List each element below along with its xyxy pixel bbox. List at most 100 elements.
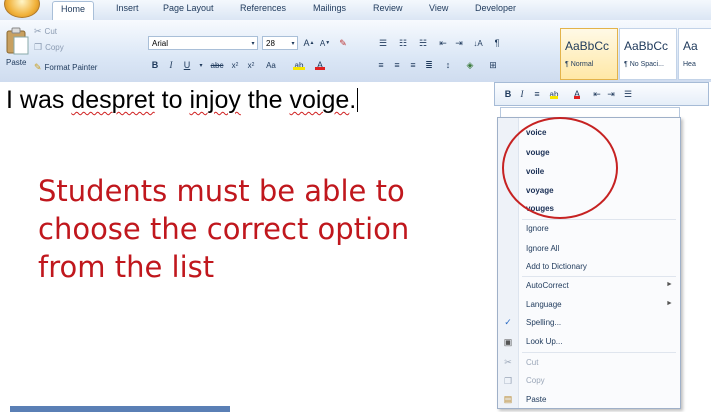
sort-icon[interactable]: ↓A bbox=[470, 36, 486, 50]
style-heading[interactable]: Aa Hea bbox=[678, 28, 711, 80]
bullets-icon[interactable]: ☰ bbox=[374, 36, 392, 50]
tab-view[interactable]: View bbox=[429, 3, 448, 13]
font-size-value: 28 bbox=[266, 39, 275, 48]
bold-icon[interactable]: B bbox=[148, 58, 162, 72]
ribbon-tabs: Home Insert Page Layout References Maili… bbox=[0, 0, 711, 22]
misspelled-word[interactable]: despret bbox=[71, 86, 154, 114]
align-center-icon[interactable]: ≡ bbox=[390, 58, 404, 72]
menu-language-label: Language bbox=[526, 300, 562, 309]
spelling-icon: ✓ bbox=[504, 317, 512, 327]
cut-button[interactable]: ✂ Cut bbox=[34, 26, 57, 37]
text-segment: . bbox=[349, 86, 357, 114]
numbering-icon[interactable]: ☷ bbox=[394, 36, 412, 50]
annotation-note: Students must be able to choose the corr… bbox=[38, 174, 410, 284]
superscript-icon[interactable]: x2 bbox=[244, 58, 258, 72]
copy-icon: ❐ bbox=[503, 376, 513, 386]
style-sample-text: AaBbCc bbox=[624, 39, 669, 53]
style-sample-text: Aa bbox=[683, 39, 698, 53]
cut-label: Cut bbox=[44, 27, 57, 36]
strikethrough-icon[interactable]: abc bbox=[208, 58, 226, 72]
office-button[interactable] bbox=[4, 0, 40, 18]
show-hide-icon[interactable]: ¶ bbox=[490, 36, 504, 50]
scissors-icon: ✂ bbox=[504, 357, 512, 367]
clear-formatting-icon[interactable]: ✎ bbox=[336, 36, 350, 50]
shrink-font-icon[interactable]: A ▼ bbox=[318, 36, 332, 50]
underline-icon[interactable]: U bbox=[180, 58, 194, 72]
menu-copy[interactable]: Copy bbox=[526, 376, 545, 385]
text-segment: I was bbox=[6, 86, 72, 114]
highlight-icon[interactable]: ab bbox=[290, 58, 308, 72]
menu-cut[interactable]: Cut bbox=[526, 358, 538, 367]
tab-references[interactable]: References bbox=[240, 3, 286, 13]
format-painter-button[interactable]: ✎ Format Painter bbox=[34, 62, 97, 73]
font-size-dropdown-icon[interactable]: ▾ bbox=[288, 36, 298, 50]
style-name-text: ¶ No Spaci... bbox=[624, 61, 664, 68]
text-segment: the bbox=[240, 86, 290, 114]
mini-center-icon[interactable]: ≡ bbox=[531, 87, 543, 101]
italic-icon[interactable]: I bbox=[164, 58, 178, 72]
text-caret bbox=[357, 88, 359, 112]
style-no-spacing[interactable]: AaBbCc ¶ No Spaci... bbox=[619, 28, 677, 80]
misspelled-word-selected[interactable]: voige bbox=[290, 86, 350, 114]
justify-icon[interactable]: ≣ bbox=[422, 58, 436, 72]
ribbon: Paste ✂ Cut ❐ Copy ✎ Format Painter Aria… bbox=[0, 20, 711, 83]
mini-italic-icon[interactable]: I bbox=[517, 87, 527, 101]
mini-bullets-icon[interactable]: ☰ bbox=[621, 87, 635, 101]
menu-ignore-all[interactable]: Ignore All bbox=[526, 244, 559, 253]
grow-font-icon[interactable]: A ▲ bbox=[302, 36, 316, 50]
subscript-icon[interactable]: x2 bbox=[228, 58, 242, 72]
tab-mailings[interactable]: Mailings bbox=[313, 3, 346, 13]
tab-page-layout[interactable]: Page Layout bbox=[163, 3, 214, 13]
copy-icon: ❐ bbox=[34, 42, 43, 52]
mini-increase-indent-icon[interactable]: ⇥ bbox=[605, 87, 617, 101]
menu-paste[interactable]: Paste bbox=[526, 395, 546, 404]
copy-button[interactable]: ❐ Copy bbox=[34, 42, 64, 53]
word-window: Home Insert Page Layout References Maili… bbox=[0, 0, 711, 412]
font-color-icon[interactable]: A bbox=[312, 58, 328, 72]
paste-button[interactable]: Paste bbox=[6, 58, 26, 67]
text-segment: to bbox=[154, 86, 190, 114]
menu-look-up[interactable]: Look Up... bbox=[526, 337, 562, 346]
tab-insert[interactable]: Insert bbox=[116, 3, 139, 13]
multilevel-list-icon[interactable]: ☵ bbox=[414, 36, 432, 50]
submenu-arrow-icon: ► bbox=[666, 300, 673, 307]
menu-autocorrect[interactable]: AutoCorrect ► bbox=[526, 281, 673, 290]
font-name-select[interactable]: Arial bbox=[148, 36, 258, 50]
menu-separator bbox=[522, 219, 676, 220]
style-normal[interactable]: AaBbCc ¶ Normal bbox=[560, 28, 618, 80]
mini-toolbar: B I ≡ ab A ⇤ ⇥ ☰ bbox=[494, 82, 709, 106]
mini-font-color-icon[interactable]: A bbox=[571, 87, 583, 101]
underline-dropdown-icon[interactable]: ▾ bbox=[196, 58, 206, 72]
format-painter-label: Format Painter bbox=[44, 63, 98, 72]
increase-indent-icon[interactable]: ⇥ bbox=[452, 36, 466, 50]
mini-highlight-icon[interactable]: ab bbox=[547, 87, 561, 101]
font-name-dropdown-icon[interactable]: ▾ bbox=[248, 36, 258, 50]
paste-icon[interactable] bbox=[4, 26, 30, 56]
tab-developer[interactable]: Developer bbox=[475, 3, 516, 13]
document-text-line[interactable]: I was despret to injoy the voige. bbox=[6, 86, 359, 115]
mini-decrease-indent-icon[interactable]: ⇤ bbox=[591, 87, 603, 101]
menu-language[interactable]: Language ► bbox=[526, 300, 673, 309]
brush-icon: ✎ bbox=[34, 62, 42, 72]
research-icon: ▣ bbox=[503, 337, 513, 347]
mini-bold-icon[interactable]: B bbox=[503, 87, 513, 101]
paste-icon: ▤ bbox=[503, 394, 513, 404]
align-right-icon[interactable]: ≡ bbox=[406, 58, 420, 72]
misspelled-word[interactable]: injoy bbox=[189, 86, 240, 114]
line-spacing-icon[interactable]: ↕ bbox=[440, 58, 456, 72]
menu-spelling[interactable]: Spelling... bbox=[526, 318, 561, 327]
menu-ignore[interactable]: Ignore bbox=[526, 224, 549, 233]
align-left-icon[interactable]: ≡ bbox=[374, 58, 388, 72]
style-name-text: Hea bbox=[683, 61, 696, 68]
change-case-icon[interactable]: Aa bbox=[262, 58, 280, 72]
menu-add-to-dictionary[interactable]: Add to Dictionary bbox=[526, 262, 587, 271]
taskbar-fragment bbox=[10, 406, 230, 412]
decrease-indent-icon[interactable]: ⇤ bbox=[436, 36, 450, 50]
shading-icon[interactable]: ◈ bbox=[462, 58, 478, 72]
tab-review[interactable]: Review bbox=[373, 3, 403, 13]
borders-icon[interactable]: ⊞ bbox=[484, 58, 502, 72]
menu-separator bbox=[522, 352, 676, 353]
tab-home[interactable]: Home bbox=[52, 1, 95, 22]
menu-autocorrect-label: AutoCorrect bbox=[526, 281, 569, 290]
style-sample-text: AaBbCc bbox=[565, 39, 610, 53]
